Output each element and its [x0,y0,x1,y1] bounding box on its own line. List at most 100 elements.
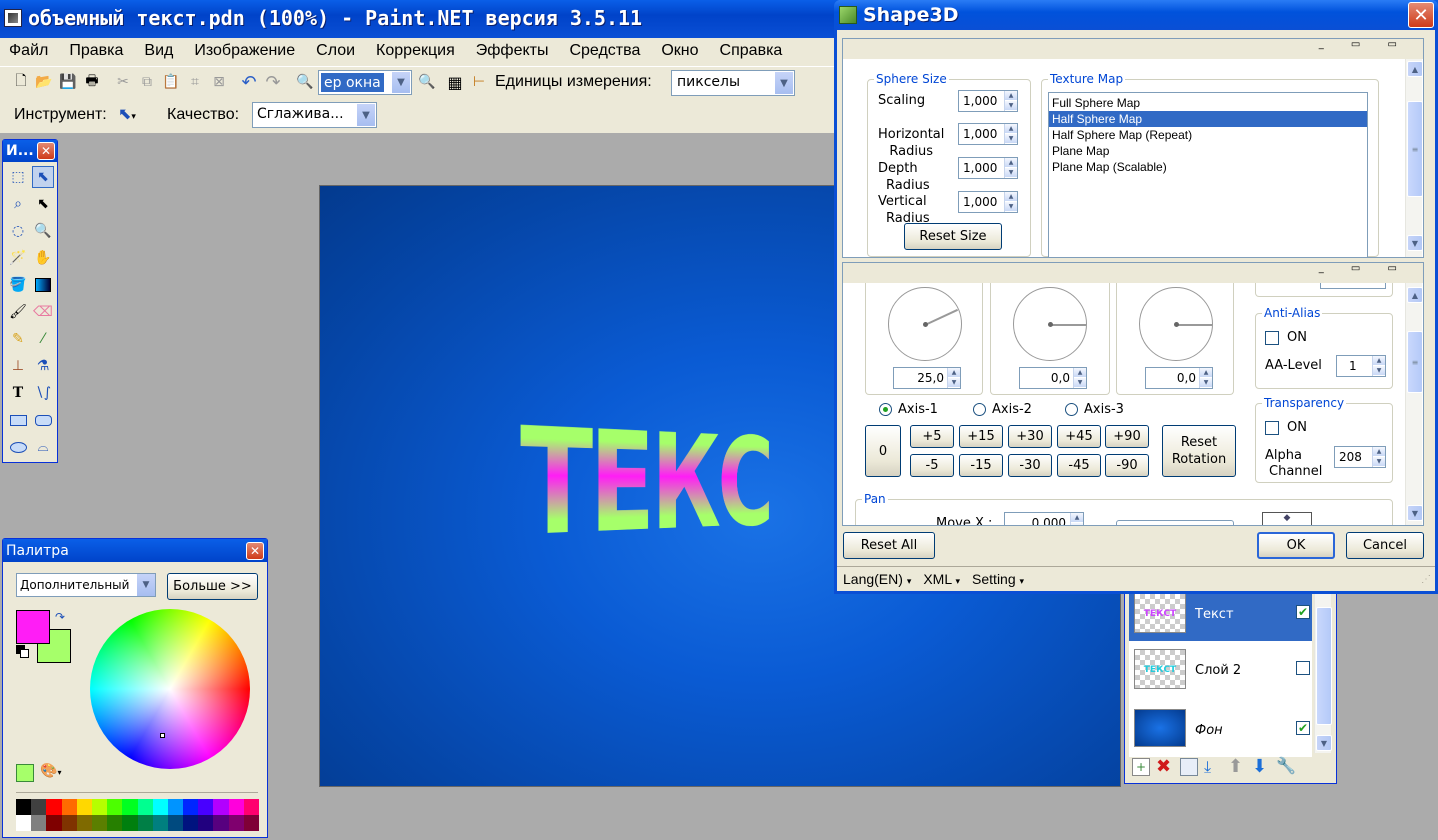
rect-select-icon[interactable]: ⬚ [7,166,29,188]
pan-icon[interactable]: ✋ [32,247,54,269]
palette-menu-icon[interactable]: 🎨▾ [40,763,61,779]
menu-help[interactable]: Справка [720,42,783,66]
palette-swatch[interactable] [228,799,244,815]
chevron-down-icon[interactable]: ▼ [356,103,376,127]
zoom-in-icon[interactable]: 🔍 [416,71,438,93]
reset-colors-icon[interactable] [16,645,30,659]
palette-close-button[interactable]: ✕ [246,541,264,560]
rectangle-icon[interactable] [7,409,29,431]
rotate-minus-button[interactable]: -5 [910,454,954,477]
rotate-minus-button[interactable]: -15 [959,454,1003,477]
scaling-spinner[interactable]: 1,000 ▲ ▼ [958,90,1018,112]
setting-menu[interactable]: Setting ▾ [972,571,1024,587]
ellipse-select-icon[interactable]: ◌ [7,220,29,242]
recolor-icon[interactable]: ⚗ [32,355,54,377]
palette-swatch[interactable] [107,815,123,831]
texture-map-item[interactable]: Full Sphere Map [1049,95,1367,111]
clone-stamp-icon[interactable]: ⊥ [7,355,29,377]
shape3d-close-button[interactable]: ✕ [1408,2,1434,28]
rotation-dial-3[interactable] [1139,287,1213,361]
palette-swatch[interactable] [61,799,77,815]
print-icon[interactable]: 🖶 [81,71,103,93]
save-icon[interactable]: 💾 [57,71,79,93]
menu-window[interactable]: Окно [661,42,698,66]
paint-bucket-icon[interactable]: 🪣 [7,274,29,296]
rotate-plus-button[interactable]: +5 [910,425,954,448]
palette-swatch[interactable] [107,799,123,815]
deselect-icon[interactable]: ⊠ [208,71,230,93]
eraser-icon[interactable]: ⌫ [32,301,54,323]
top-panel-scrollbar[interactable]: ▲ ≡ ▼ [1405,59,1423,257]
palette-swatch[interactable] [213,799,229,815]
aa-level-spinner[interactable]: 1 ▲ ▼ [1336,355,1386,377]
layer-visibility-checkbox[interactable]: ✔ [1296,721,1310,735]
rotate-plus-button[interactable]: +45 [1057,425,1101,448]
palette-swatch[interactable] [198,815,214,831]
palette-swatch[interactable] [228,815,244,831]
menu-utilities[interactable]: Средства [569,42,640,66]
xml-menu[interactable]: XML ▾ [923,571,960,587]
magic-wand-icon[interactable]: 🪄 [7,247,29,269]
rotation-dial-1[interactable] [888,287,962,361]
rotate-plus-button[interactable]: +90 [1105,425,1149,448]
rounded-rect-icon[interactable] [32,409,54,431]
undo-icon[interactable]: ↶ [238,71,260,93]
transparency-checkbox[interactable]: ON [1265,420,1307,435]
ellipse-icon[interactable] [7,436,29,458]
line-curve-icon[interactable]: ∖∫ [32,382,54,404]
color-wheel[interactable] [90,609,250,769]
palette-swatch[interactable] [243,815,259,831]
bottom-panel-scrollbar[interactable]: ▲ ≡ ▼ [1405,283,1423,525]
gradient-icon[interactable] [32,274,54,296]
reset-all-button[interactable]: Reset All [843,532,935,559]
merge-layer-icon[interactable]: ⤓ [1204,757,1211,777]
tools-close-button[interactable]: ✕ [37,142,55,160]
texture-map-list[interactable]: Full Sphere Map Half Sphere Map Half Spher… [1048,92,1368,258]
rotation-dial-2[interactable] [1013,287,1087,361]
add-color-icon[interactable] [16,764,34,782]
zoom-icon[interactable]: 🔍 [32,220,54,242]
move-selected-icon[interactable]: ⬉ [32,166,54,188]
layer-properties-icon[interactable]: 🔧 [1276,756,1296,775]
freeform-shape-icon[interactable]: ⌓ [32,436,54,458]
layers-scrollbar[interactable]: ▼ [1314,587,1332,753]
grid-icon[interactable]: ▦ [444,71,466,93]
redo-icon[interactable]: ↷ [262,71,284,93]
chevron-down-icon[interactable]: ▼ [391,71,411,94]
units-combo[interactable]: пикселы ▼ [671,70,795,96]
depth-radius-spinner[interactable]: 1,000 ▲ ▼ [958,157,1018,179]
rotate-minus-button[interactable]: -90 [1105,454,1149,477]
zero-rotation-button[interactable]: 0 [865,425,901,477]
ok-button[interactable]: OK [1257,532,1335,559]
texture-map-item[interactable]: Plane Map [1049,143,1367,159]
horizontal-radius-spinner[interactable]: 1,000 ▲ ▼ [958,123,1018,145]
text-icon[interactable]: T [7,382,29,404]
rotate-minus-button[interactable]: -30 [1008,454,1052,477]
layer-visibility-checkbox[interactable] [1296,661,1310,675]
rotation-spinner-3[interactable]: 0,0 ▲ ▼ [1145,367,1213,389]
vertical-radius-spinner[interactable]: 1,000 ▲ ▼ [958,191,1018,213]
texture-map-item[interactable]: Half Sphere Map [1049,111,1367,127]
palette-swatch[interactable] [183,799,199,815]
palette-swatch[interactable] [213,815,229,831]
new-icon[interactable]: 🗋 [10,71,32,93]
palette-swatch[interactable] [137,799,153,815]
move-selection-tool-icon[interactable]: ⬉▾ [118,104,136,123]
quality-combo[interactable]: Сглажива... ▼ [252,102,377,128]
paste-icon[interactable]: 📋 [160,71,182,93]
palette-swatch[interactable] [16,815,32,831]
axis-2-radio[interactable]: Axis-2 [973,402,1032,417]
palette-swatch[interactable] [91,799,108,815]
palette-swatch[interactable] [31,815,47,831]
palette-swatch[interactable] [122,799,138,815]
menu-view[interactable]: Вид [144,42,173,66]
rotation-spinner-2[interactable]: 0,0 ▲ ▼ [1019,367,1087,389]
rotate-minus-button[interactable]: -45 [1057,454,1101,477]
chevron-down-icon[interactable]: ▼ [774,71,794,95]
palette-swatch[interactable] [198,799,214,815]
layer-row[interactable]: ТЕКСТ Текст ✔ [1129,587,1312,641]
move-selection-icon[interactable]: ⬉ [32,193,54,215]
layer-row[interactable]: Фон ✔ [1129,699,1312,753]
lasso-icon[interactable]: ⌕ [7,193,29,215]
paintbrush-icon[interactable]: 🖌 [7,301,29,323]
